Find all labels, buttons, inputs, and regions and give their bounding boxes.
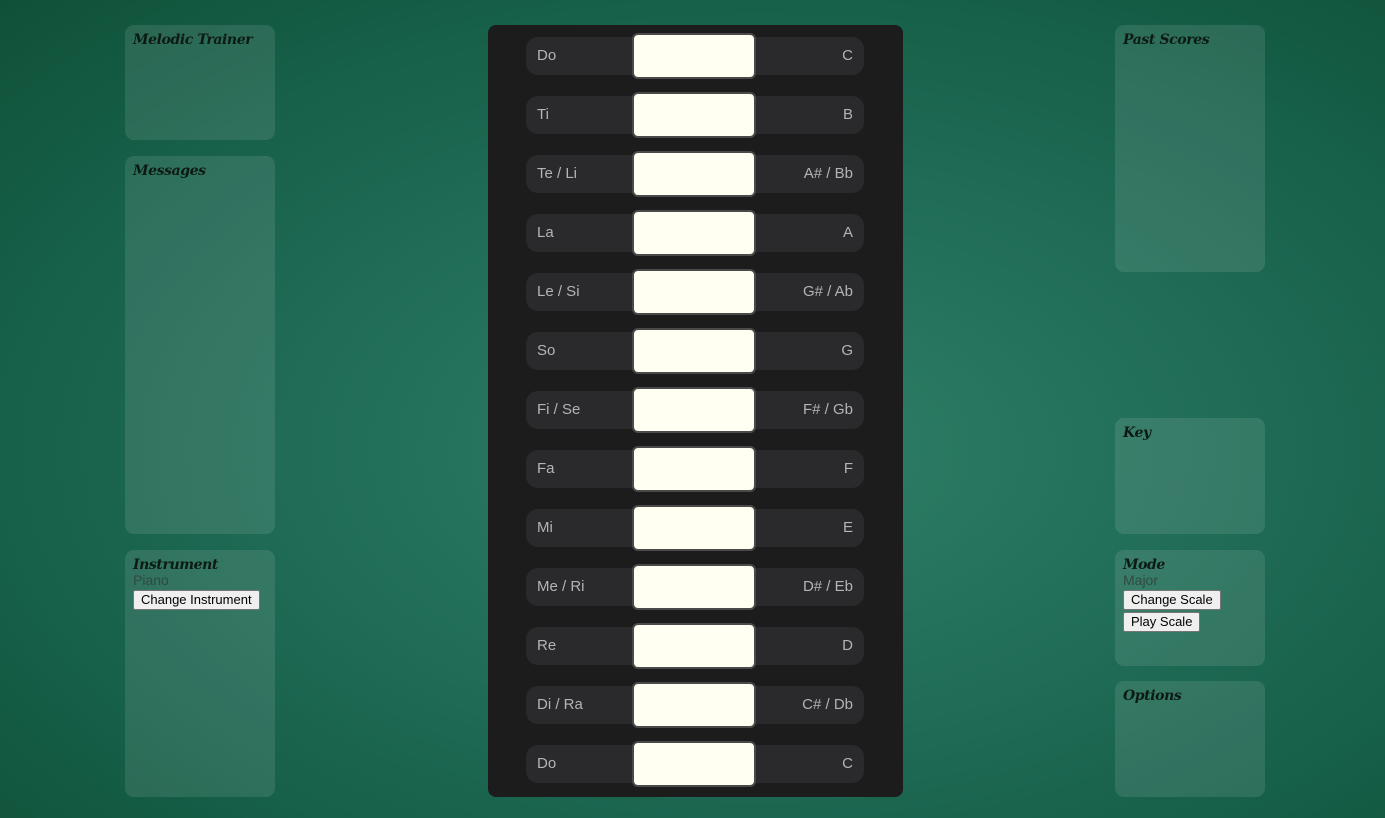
solfege-label: Di / Ra (537, 696, 583, 713)
note-letter-label: G (841, 342, 853, 359)
change-instrument-button[interactable]: Change Instrument (133, 590, 260, 610)
play-scale-button[interactable]: Play Scale (1123, 612, 1201, 632)
app-title: Melodic Trainer (133, 32, 253, 48)
solfege-label: Re (537, 637, 557, 654)
note-row: So G (526, 328, 864, 374)
solfege-label: Do (537, 755, 557, 772)
solfege-label: Ti (537, 106, 549, 123)
note-key-button[interactable] (632, 387, 756, 433)
note-key-button[interactable] (632, 33, 756, 79)
solfege-label: Mi (537, 519, 553, 536)
note-row: Te / Li A# / Bb (526, 151, 864, 197)
instrument-title: Instrument (133, 557, 218, 573)
note-key-button[interactable] (632, 682, 756, 728)
messages-panel: Messages (125, 156, 275, 534)
note-letter-label: E (842, 519, 853, 536)
note-row: La A (526, 210, 864, 256)
note-row: Le / Si G# / Ab (526, 269, 864, 315)
note-key-button[interactable] (632, 151, 756, 197)
note-row: Me / Ri D# / Eb (526, 564, 864, 610)
mode-value: Major (1123, 572, 1159, 588)
mode-title: Mode (1123, 557, 1165, 573)
note-letter-label: A (842, 224, 853, 241)
note-letter-label: B (842, 106, 853, 123)
note-row: Do C (526, 741, 864, 787)
note-letter-label: F# / Gb (802, 401, 853, 418)
mode-panel: Mode Major Change Scale Play Scale (1115, 550, 1265, 666)
instrument-value: Piano (133, 572, 169, 588)
note-row: Ti B (526, 92, 864, 138)
note-key-button[interactable] (632, 210, 756, 256)
note-key-button[interactable] (632, 328, 756, 374)
note-key-button[interactable] (632, 564, 756, 610)
solfege-label: Do (537, 47, 557, 64)
solfege-label: Te / Li (537, 165, 578, 182)
solfege-label: Fa (537, 460, 555, 477)
note-row: Re D (526, 623, 864, 669)
note-row: Di / Ra C# / Db (526, 682, 864, 728)
note-letter-label: F (843, 460, 853, 477)
note-letter-label: D (842, 637, 853, 654)
note-row: Fi / Se F# / Gb (526, 387, 864, 433)
options-title: Options (1123, 688, 1182, 704)
past-scores-title: Past Scores (1123, 32, 1210, 48)
note-key-button[interactable] (632, 741, 756, 787)
past-scores-panel: Past Scores (1115, 25, 1265, 272)
instrument-panel: Instrument Piano Change Instrument (125, 550, 275, 797)
note-key-button[interactable] (632, 623, 756, 669)
note-letter-label: A# / Bb (803, 165, 853, 182)
note-row: Fa F (526, 446, 864, 492)
note-letter-label: C (842, 47, 853, 64)
solfege-label: Fi / Se (537, 401, 581, 418)
note-letter-label: D# / Eb (802, 578, 853, 595)
options-panel: Options (1115, 681, 1265, 797)
solfege-label: La (537, 224, 554, 241)
note-key-button[interactable] (632, 446, 756, 492)
solfege-label: Le / Si (537, 283, 580, 300)
messages-title: Messages (133, 163, 206, 179)
note-key-button[interactable] (632, 269, 756, 315)
key-title: Key (1123, 425, 1151, 441)
note-letter-label: G# / Ab (802, 283, 853, 300)
note-board: Do C Ti B Te / Li A# / Bb La A Le / Si G# / Ab So G… (488, 25, 903, 797)
solfege-label: So (537, 342, 556, 359)
note-key-button[interactable] (632, 92, 756, 138)
note-row: Do C (526, 33, 864, 79)
change-scale-button[interactable]: Change Scale (1123, 590, 1221, 610)
note-key-button[interactable] (632, 505, 756, 551)
solfege-label: Me / Ri (537, 578, 585, 595)
note-letter-label: C (842, 755, 853, 772)
note-row: Mi E (526, 505, 864, 551)
key-panel: Key (1115, 418, 1265, 534)
melodic-trainer-panel: Melodic Trainer (125, 25, 275, 140)
note-letter-label: C# / Db (802, 696, 853, 713)
